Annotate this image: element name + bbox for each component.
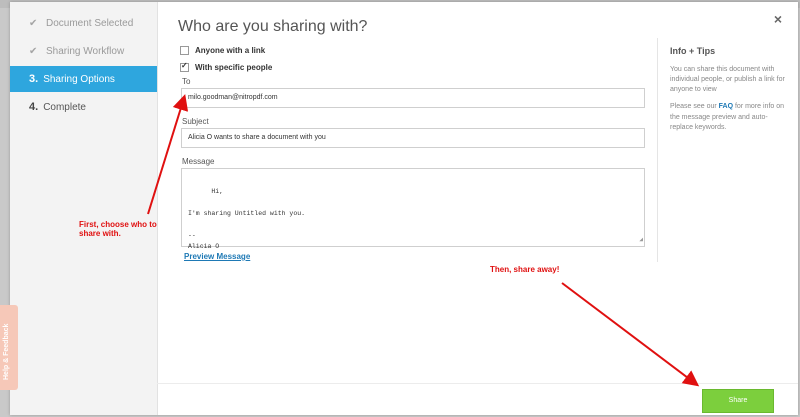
message-text: Hi, I'm sharing Untitled with you. -- Al… [188, 188, 306, 251]
dialog-title: Who are you sharing with? [178, 18, 368, 35]
option-anyone-with-link[interactable]: Anyone with a link [180, 46, 265, 55]
step-label: Sharing Workflow [46, 45, 125, 57]
specific-people-checkbox[interactable] [180, 61, 189, 72]
annotation-first-line1: First, choose who to [79, 220, 157, 229]
to-input[interactable]: milo.goodman@nitropdf.com [181, 88, 645, 108]
help-feedback-tab[interactable]: Help & Feedback [0, 305, 18, 390]
help-feedback-label: Help & Feedback [3, 323, 10, 380]
tips-paragraph-faq: Please see our FAQ for more info on the … [670, 102, 788, 132]
step-sharing-workflow[interactable]: ✔ Sharing Workflow [10, 38, 157, 64]
tips-paragraph: You can share this document with individ… [670, 66, 785, 94]
step-number: 4. [29, 101, 39, 113]
faq-link[interactable]: FAQ [719, 103, 733, 110]
annotation-first-line2: share with. [79, 229, 121, 238]
step-label: Document Selected [46, 17, 134, 29]
share-button[interactable]: Share [702, 389, 774, 413]
step-label: Sharing Options [43, 73, 115, 85]
option-specific-people[interactable]: With specific people [180, 61, 273, 72]
close-button[interactable]: × [774, 11, 782, 27]
check-icon: ✔ [29, 17, 38, 29]
workflow-sidebar: ✔ Document Selected ✔ Sharing Workflow 3… [10, 2, 158, 415]
message-label: Message [182, 157, 215, 166]
subject-label: Subject [182, 117, 209, 126]
option-label: With specific people [195, 63, 273, 72]
step-document-selected[interactable]: ✔ Document Selected [10, 10, 157, 36]
option-label: Anyone with a link [195, 46, 266, 55]
to-label: To [182, 77, 191, 86]
share-dialog: ✔ Document Selected ✔ Sharing Workflow 3… [10, 2, 798, 415]
tips-text: Please see our [670, 103, 719, 111]
annotation-then: Then, share away! [490, 265, 560, 274]
divider [657, 38, 658, 262]
footer-divider [157, 383, 798, 384]
preview-message-link[interactable]: Preview Message [184, 252, 250, 261]
check-icon: ✔ [29, 45, 38, 57]
step-number: 3. [29, 73, 39, 85]
resize-grip-icon[interactable]: ◢ [639, 235, 643, 245]
info-tips-panel: Info + Tips You can share this document … [670, 46, 788, 140]
step-complete[interactable]: 4. Complete [10, 94, 157, 120]
message-textarea[interactable]: Hi, I'm sharing Untitled with you. -- Al… [181, 168, 645, 251]
tips-title: Info + Tips [670, 46, 716, 56]
dialog-content: × Who are you sharing with? Anyone with … [157, 2, 798, 415]
step-sharing-options[interactable]: 3. Sharing Options [10, 66, 157, 92]
step-label: Complete [43, 101, 86, 113]
annotation-first: First, choose who to share with. [79, 220, 157, 238]
subject-input[interactable]: Alicia O wants to share a document with … [181, 128, 645, 148]
anyone-checkbox[interactable] [180, 46, 189, 55]
